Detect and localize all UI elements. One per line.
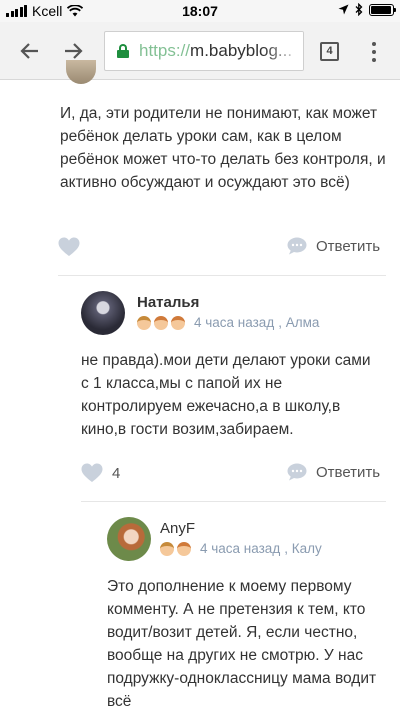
comment-text: не правда).мои дети делают уроки сами с … [81, 352, 371, 438]
comment-bubble-icon [287, 237, 307, 255]
url-bar[interactable]: https:// m.babyblog... [104, 31, 304, 71]
url-scheme: https:// [139, 41, 191, 60]
location: , Алма [278, 315, 320, 330]
location-arrow-icon [338, 4, 349, 15]
avatar[interactable] [81, 291, 125, 335]
kid-girl-icon [177, 541, 191, 556]
back-arrow-icon[interactable] [15, 36, 45, 66]
kid-boy-icon [137, 315, 151, 330]
comment-text: Это дополнение к моему первому комменту.… [107, 578, 377, 710]
reply-label: Ответить [316, 237, 381, 255]
comment-text: И, да, эти родители не понимают, как мож… [60, 105, 386, 191]
reply-button[interactable]: Ответить [287, 237, 380, 255]
status-right [338, 3, 396, 16]
time-ago: 4 часа назад [194, 315, 275, 330]
avatar[interactable] [107, 517, 151, 561]
comment-meta: 4 часа назад , Алма [137, 315, 319, 330]
bluetooth-icon [355, 3, 363, 16]
browser-toolbar: https:// m.babyblog... 4 [0, 22, 400, 80]
overflow-menu-icon[interactable] [366, 40, 382, 64]
author-name[interactable]: Наталья [137, 294, 199, 311]
divider [81, 501, 386, 502]
heart-icon[interactable] [58, 237, 80, 257]
location: , Калу [284, 541, 322, 556]
comment-bubble-icon [287, 463, 307, 481]
kid-girl-icon [154, 315, 168, 330]
url-fade [263, 32, 303, 70]
time-ago: 4 часа назад [200, 541, 281, 556]
reply-label: Ответить [316, 463, 381, 481]
status-bar: Kcell 18:07 [0, 0, 400, 22]
lock-icon [117, 44, 129, 58]
likes-count: 4 [112, 465, 121, 482]
kid-girl-icon [171, 315, 185, 330]
battery-icon [369, 3, 396, 16]
kid-boy-icon [160, 541, 174, 556]
avatar [66, 60, 96, 84]
author-name[interactable]: AnyF [160, 520, 195, 537]
tab-switcher-button[interactable]: 4 [320, 42, 339, 61]
heart-icon[interactable] [81, 463, 103, 483]
divider [58, 275, 386, 276]
comment-meta: 4 часа назад , Калу [160, 541, 322, 556]
reply-button[interactable]: Ответить [287, 463, 380, 481]
